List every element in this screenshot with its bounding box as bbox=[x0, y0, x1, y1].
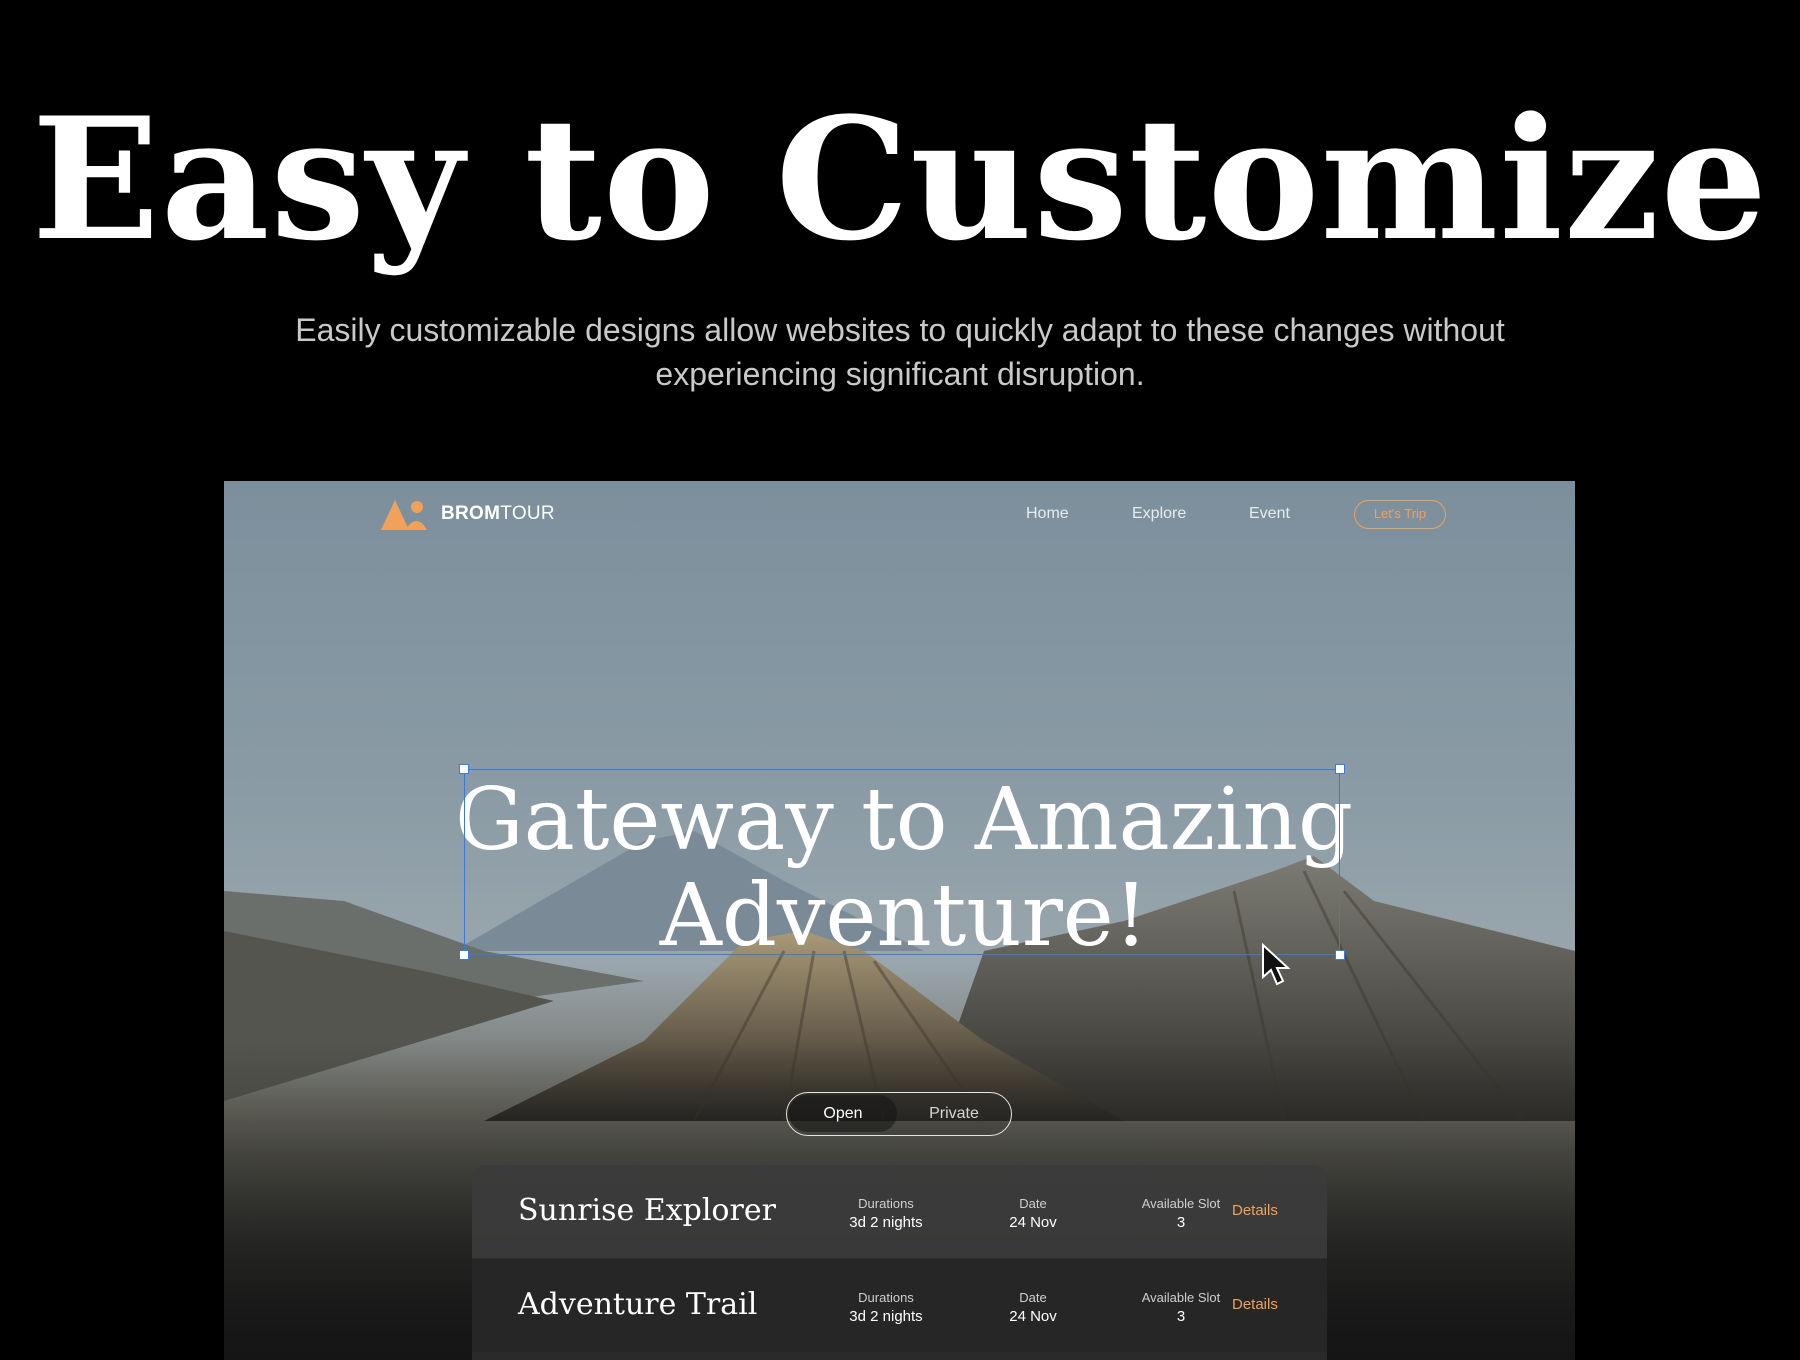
trip-row: Adventure Trail Durations 3d 2 nights Da… bbox=[472, 1259, 1327, 1352]
site-navbar: BROMTOUR Home Explore Event Let's Trip bbox=[224, 481, 1575, 551]
nav-link-event[interactable]: Event bbox=[1249, 505, 1290, 523]
trip-date: Date 24 Nov bbox=[1009, 1290, 1057, 1325]
nav-link-explore[interactable]: Explore bbox=[1132, 505, 1186, 523]
trip-duration: Durations 3d 2 nights bbox=[849, 1196, 923, 1231]
trip-details-link[interactable]: Details bbox=[1232, 1296, 1278, 1313]
text-selection-box bbox=[459, 764, 1345, 960]
trip-list: Sunrise Explorer Durations 3d 2 nights D… bbox=[472, 1165, 1327, 1360]
trip-duration: Durations 3d 2 nights bbox=[849, 1290, 923, 1325]
site-logo[interactable]: BROMTOUR bbox=[381, 498, 555, 530]
mountain-logo-icon bbox=[381, 500, 427, 530]
page-title: Easy to Customize bbox=[31, 80, 1769, 278]
trip-date: Date 24 Nov bbox=[1009, 1196, 1057, 1231]
page-subtitle: Easily customizable designs allow websit… bbox=[295, 312, 1505, 392]
nav-link-home[interactable]: Home bbox=[1026, 505, 1069, 523]
resize-handle[interactable] bbox=[459, 950, 469, 960]
lets-trip-button[interactable]: Let's Trip bbox=[1354, 500, 1446, 529]
toggle-open-option[interactable]: Open bbox=[789, 1095, 897, 1132]
toggle-private-option[interactable]: Private bbox=[899, 1095, 1009, 1132]
resize-handle[interactable] bbox=[1335, 764, 1345, 774]
mouse-cursor-icon bbox=[1262, 943, 1291, 986]
trip-name: Adventure Trail bbox=[518, 1287, 758, 1322]
trip-details-link[interactable]: Details bbox=[1232, 1202, 1278, 1219]
trip-type-toggle: Open Private bbox=[786, 1092, 1012, 1136]
trip-name: Sunrise Explorer bbox=[518, 1193, 776, 1228]
resize-handle[interactable] bbox=[459, 764, 469, 774]
trip-row: Sunrise Explorer Durations 3d 2 nights D… bbox=[472, 1165, 1327, 1258]
resize-handle[interactable] bbox=[1335, 950, 1345, 960]
brand-name: BROMTOUR bbox=[441, 503, 555, 524]
website-preview: BROMTOUR Home Explore Event Let's Trip G… bbox=[224, 481, 1575, 1360]
